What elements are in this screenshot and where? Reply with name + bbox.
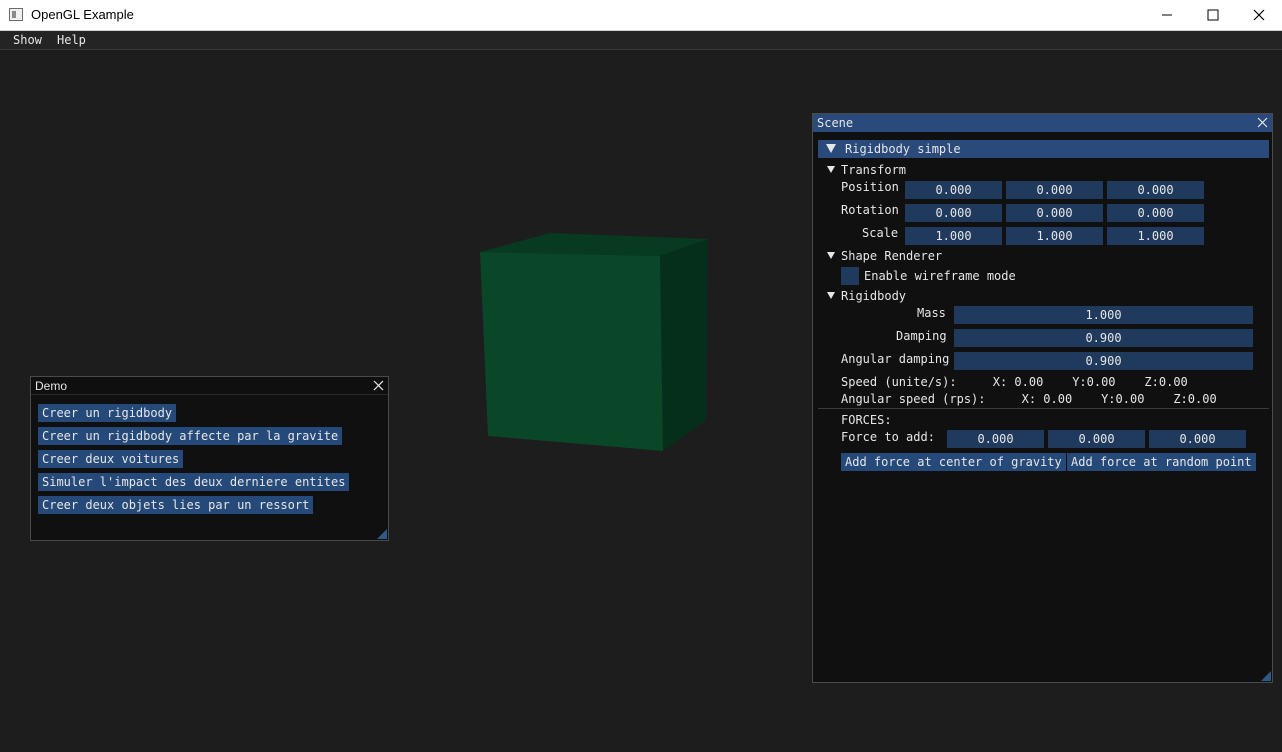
scale-x-field[interactable]: 1.000: [905, 227, 1002, 245]
close-window-button[interactable]: [1236, 0, 1282, 30]
expand-arrow-icon[interactable]: [827, 252, 835, 259]
separator: [818, 408, 1269, 409]
green-cube: [480, 233, 708, 451]
resize-grip[interactable]: [1261, 671, 1271, 681]
position-y-field[interactable]: 0.000: [1006, 181, 1103, 199]
object-header-label: Rigidbody simple: [845, 142, 961, 156]
create-two-cars-button[interactable]: Creer deux voitures: [38, 450, 184, 468]
create-gravity-rigidbody-button[interactable]: Creer un rigidbody affecte par la gravit…: [38, 427, 343, 445]
force-z-field[interactable]: 0.000: [1149, 430, 1246, 448]
scale-y-field[interactable]: 1.000: [1006, 227, 1103, 245]
app-icon: [9, 8, 23, 21]
position-x-field[interactable]: 0.000: [905, 181, 1002, 199]
close-icon: [1253, 9, 1265, 21]
window-titlebar[interactable]: OpenGL Example: [0, 0, 1282, 31]
create-spring-objects-button[interactable]: Creer deux objets lies par un ressort: [38, 496, 314, 514]
object-header[interactable]: Rigidbody simple: [818, 140, 1269, 158]
maximize-button[interactable]: [1190, 0, 1236, 30]
position-label: Position: [841, 180, 899, 194]
scene-title: Scene: [817, 116, 854, 130]
create-rigidbody-button[interactable]: Creer un rigidbody: [38, 404, 177, 422]
angular-damping-field[interactable]: 0.900: [954, 352, 1253, 370]
wireframe-label: Enable wireframe mode: [864, 269, 1016, 283]
transform-header[interactable]: Transform: [841, 163, 906, 177]
mass-field[interactable]: 1.000: [954, 306, 1253, 324]
window-title: OpenGL Example: [31, 7, 134, 22]
minimize-icon: [1162, 14, 1172, 16]
scene-panel[interactable]: Scene Rigidbody simple Transform Positio…: [812, 113, 1273, 683]
maximize-icon: [1207, 9, 1219, 21]
rotation-z-field[interactable]: 0.000: [1107, 204, 1204, 222]
mass-label: Mass: [917, 306, 946, 320]
minimize-button[interactable]: [1144, 0, 1190, 30]
force-x-field[interactable]: 0.000: [947, 430, 1044, 448]
demo-title: Demo: [35, 379, 68, 393]
forces-header: FORCES:: [841, 413, 892, 427]
menu-show[interactable]: Show: [13, 33, 42, 47]
expand-arrow-icon: [826, 144, 836, 153]
cube-side-face: [660, 239, 708, 451]
demo-panel[interactable]: Demo Creer un rigidbody Creer un rigidbo…: [30, 376, 389, 541]
scale-z-field[interactable]: 1.000: [1107, 227, 1204, 245]
scene-panel-title[interactable]: Scene: [813, 114, 1272, 132]
demo-panel-title[interactable]: Demo: [31, 377, 388, 395]
rotation-label: Rotation: [841, 203, 899, 217]
damping-field[interactable]: 0.900: [954, 329, 1253, 347]
close-icon[interactable]: [1256, 116, 1269, 129]
rotation-x-field[interactable]: 0.000: [905, 204, 1002, 222]
position-z-field[interactable]: 0.000: [1107, 181, 1204, 199]
cube-front-face: [480, 252, 663, 451]
resize-grip[interactable]: [377, 529, 387, 539]
scale-label: Scale: [862, 226, 899, 240]
damping-label: Damping: [896, 329, 947, 343]
expand-arrow-icon[interactable]: [827, 166, 835, 173]
add-force-random-button[interactable]: Add force at random point: [1067, 453, 1256, 471]
expand-arrow-icon[interactable]: [827, 292, 835, 299]
menu-bar: Show Help: [0, 31, 1282, 50]
force-y-field[interactable]: 0.000: [1048, 430, 1145, 448]
rigidbody-header[interactable]: Rigidbody: [841, 289, 906, 303]
wireframe-checkbox[interactable]: [841, 267, 859, 285]
speed-readout: Speed (unite/s): X: 0.00 Y:0.00 Z:0.00: [841, 375, 1188, 389]
menu-help[interactable]: Help: [57, 33, 86, 47]
close-icon[interactable]: [372, 379, 385, 392]
rotation-y-field[interactable]: 0.000: [1006, 204, 1103, 222]
angular-damping-label: Angular damping: [841, 352, 950, 366]
shape-renderer-header[interactable]: Shape Renderer: [841, 249, 942, 263]
angular-speed-readout: Angular speed (rps): X: 0.00 Y:0.00 Z:0.…: [841, 392, 1217, 406]
simulate-impact-button[interactable]: Simuler l'impact des deux derniere entit…: [38, 473, 350, 491]
add-force-center-button[interactable]: Add force at center of gravity: [841, 453, 1066, 471]
force-to-add-label: Force to add:: [841, 430, 935, 444]
